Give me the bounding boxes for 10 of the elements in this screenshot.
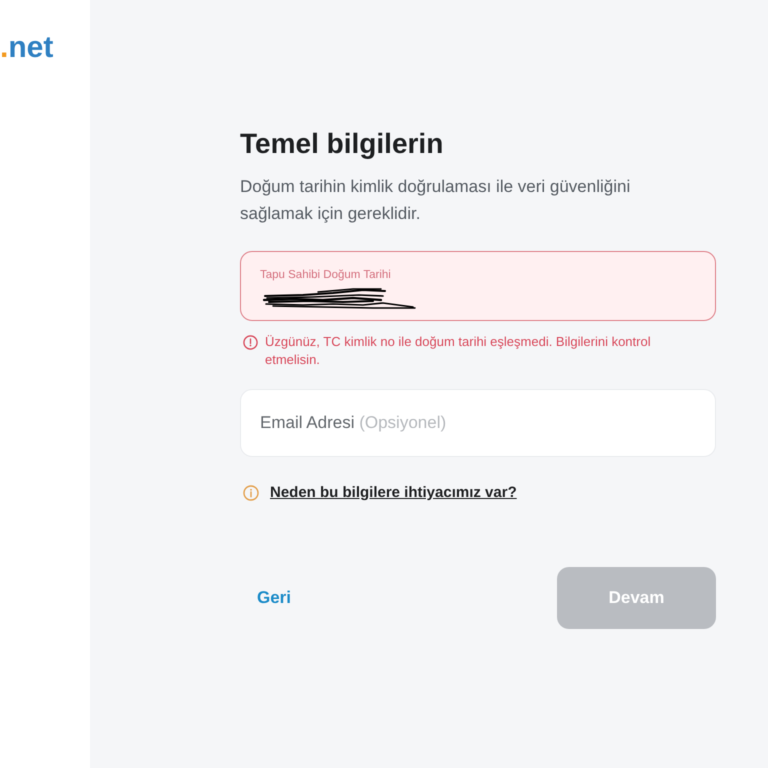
back-link[interactable]: Geri	[240, 578, 292, 616]
description-text: Doğum tarihin kimlik doğrulaması ile veri güvenliğini sağlamak için gereklidir.	[240, 176, 632, 225]
info-icon	[243, 485, 259, 502]
info-link[interactable]: Neden bu bilgilere ihtiyacımız var?	[270, 482, 517, 504]
date-field[interactable]: Tapu Sahibi Doğum Tarihi	[240, 251, 716, 321]
page-title: Temel bilgilerin	[240, 127, 444, 161]
email-field[interactable]: Email Adresi (Opsiyonel)	[240, 389, 716, 457]
logo-text[interactable]: .net	[0, 33, 54, 63]
error-icon	[243, 335, 258, 350]
error-message: Üzgünüz, TC kimlik no ile doğum tarihi eşleşmedi. Bilgilerini kontrol etmelisin.	[265, 333, 652, 369]
